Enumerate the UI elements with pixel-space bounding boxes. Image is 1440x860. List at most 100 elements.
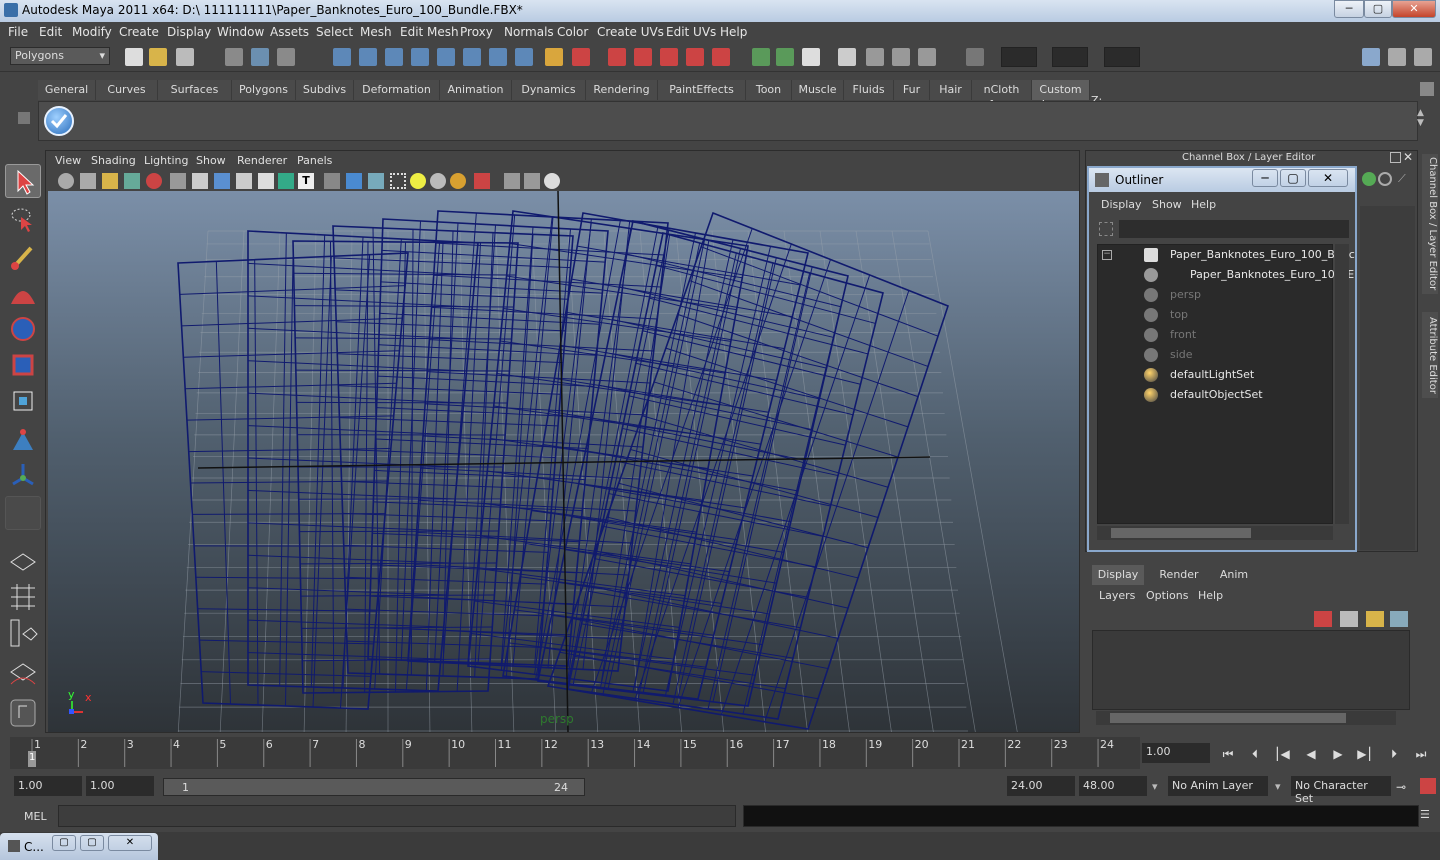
animation-preferences-icon[interactable] [1420, 778, 1436, 794]
snap-surface-icon[interactable] [463, 48, 481, 66]
outliner-item[interactable]: side [1098, 345, 1334, 365]
close-button[interactable]: ✕ [1392, 0, 1436, 18]
layer-horizontal-scrollbar[interactable] [1096, 711, 1396, 725]
shelf-tab-curves[interactable]: Curves [96, 80, 158, 100]
outliner-maximize-button[interactable]: ▢ [1280, 169, 1306, 187]
tab-channel-box[interactable]: Channel Box / Layer Editor [1422, 154, 1438, 294]
shelf-tab-surfaces[interactable]: Surfaces [158, 80, 232, 100]
maximize-button[interactable]: ▢ [1364, 0, 1392, 18]
menu-normals[interactable]: Normals [504, 25, 554, 39]
current-frame-field[interactable]: 1.00 [1142, 743, 1210, 763]
menu-display[interactable]: Display [167, 25, 211, 39]
save-scene-icon[interactable] [176, 48, 194, 66]
wireframe-icon[interactable] [324, 173, 340, 189]
script-editor-icon[interactable]: ☰ [1420, 808, 1434, 824]
outliner-filter-icon[interactable] [1099, 222, 1113, 236]
outliner-menu-help[interactable]: Help [1191, 198, 1216, 211]
shelf-tab-general[interactable]: General [38, 80, 96, 100]
shelf-tab-fluids[interactable]: Fluids [844, 80, 894, 100]
menu-edit-uvs[interactable]: Edit UVs [666, 25, 716, 39]
select-input-icon[interactable] [572, 48, 590, 66]
shelf-tab-toon[interactable]: Toon [746, 80, 792, 100]
viewport-menu-panels[interactable]: Panels [297, 154, 332, 167]
camera-attributes-icon[interactable] [80, 173, 96, 189]
menu-create[interactable]: Create [119, 25, 159, 39]
outliner-scroll-thumb[interactable] [1111, 528, 1251, 538]
minimize-button[interactable]: ─ [1334, 0, 1364, 18]
shelf-tab-subdivs[interactable]: Subdivs [296, 80, 354, 100]
viewport-menu-view[interactable]: View [55, 154, 81, 167]
snap-view-plane-icon[interactable] [411, 48, 429, 66]
shelf-tab-ncloth[interactable]: nCloth [972, 80, 1032, 100]
layer-tab-anim[interactable]: Anim [1210, 565, 1258, 585]
outliner-vertical-scrollbar[interactable] [1335, 244, 1349, 524]
layer-tab-render[interactable]: Render [1150, 565, 1208, 585]
field-chart-icon[interactable] [258, 173, 274, 189]
character-set-dropdown[interactable]: No Character Set [1291, 776, 1391, 805]
x-ray-icon[interactable] [504, 173, 520, 189]
menu-set-dropdown[interactable]: Polygons ▾ [10, 47, 110, 65]
make-live-icon[interactable] [437, 48, 455, 66]
snap-grid-icon[interactable] [333, 48, 351, 66]
use-all-lights-icon[interactable] [410, 173, 426, 189]
trash-icon[interactable] [1420, 82, 1434, 96]
snap-curve-icon[interactable] [359, 48, 377, 66]
outliner-item[interactable]: Paper_Banknotes_Euro_100_E [1098, 265, 1354, 285]
menu-help[interactable]: Help [720, 25, 747, 39]
outliner-item[interactable]: defaultLightSet [1098, 365, 1334, 385]
shelf-toggle-icon[interactable] [1414, 48, 1432, 66]
four-pane-layout-icon[interactable] [5, 580, 41, 614]
shelf-tab-animation[interactable]: Animation [440, 80, 512, 100]
minimized-close-button[interactable]: ✕ [108, 835, 152, 851]
shelf-tab-deformation[interactable]: Deformation [354, 80, 440, 100]
anim-layer-dropdown[interactable]: No Anim Layer [1168, 776, 1268, 796]
scale-tool-icon[interactable] [5, 348, 41, 382]
shelf-tab-hair[interactable]: Hair [930, 80, 972, 100]
share-icon[interactable] [544, 173, 560, 189]
new-scene-icon[interactable] [125, 48, 143, 66]
play-forwards-icon[interactable]: ▶ [1329, 745, 1347, 763]
play-backwards-icon[interactable]: ◀ [1302, 745, 1320, 763]
hypershade-icon[interactable] [686, 48, 704, 66]
channel-box-float-icon[interactable] [1390, 152, 1401, 163]
layout-toggle-icon[interactable] [1362, 48, 1380, 66]
step-forward-key-icon[interactable]: ▶⎮ [1356, 745, 1374, 763]
z-input[interactable] [1104, 47, 1140, 67]
soft-modification-icon[interactable] [5, 422, 41, 456]
select-component-icon[interactable] [277, 48, 295, 66]
high-quality-icon[interactable] [450, 173, 466, 189]
viewport-menu-shading[interactable]: Shading [91, 154, 136, 167]
attribute-editor-icon[interactable] [866, 48, 884, 66]
channel-box-mode-icon[interactable] [1362, 172, 1376, 186]
outliner-horizontal-scrollbar[interactable] [1097, 526, 1333, 540]
shelf-tab-dynamics[interactable]: Dynamics [512, 80, 586, 100]
lock-icon[interactable] [545, 48, 563, 66]
smooth-shade-icon[interactable] [346, 173, 362, 189]
menu-proxy[interactable]: Proxy [460, 25, 493, 39]
shelf-tab-muscle[interactable]: Muscle [792, 80, 844, 100]
go-to-end-icon[interactable]: ⏭ [1412, 745, 1430, 763]
single-pane-layout-icon[interactable] [5, 544, 41, 578]
x-input[interactable] [1001, 47, 1037, 67]
wireframe-on-shaded-icon[interactable] [368, 173, 384, 189]
range-slider[interactable]: 1 24 [163, 778, 585, 796]
shelf-tab-painteffects[interactable]: PaintEffects [658, 80, 746, 100]
layer-tab-display[interactable]: Display [1092, 565, 1144, 585]
animation-start-field[interactable]: 1.00 [14, 776, 82, 796]
shelf-tab-polygons[interactable]: Polygons [232, 80, 296, 100]
shelf-tab-rendering[interactable]: Rendering [586, 80, 658, 100]
step-back-frame-icon[interactable]: ⏴ [1246, 745, 1264, 763]
shelf-tab-fur[interactable]: Fur [894, 80, 930, 100]
menu-edit[interactable]: Edit [39, 25, 62, 39]
menu-assets[interactable]: Assets [270, 25, 309, 39]
layer-menu-options[interactable]: Options [1146, 589, 1188, 602]
render-view-icon[interactable] [712, 48, 730, 66]
outliner-menu-show[interactable]: Show [1152, 198, 1182, 211]
command-line-label[interactable]: MEL [24, 810, 47, 823]
minimized-maximize-button[interactable]: ▢ [80, 835, 104, 851]
menu-modify[interactable]: Modify [72, 25, 112, 39]
outliner-item[interactable]: persp [1098, 285, 1334, 305]
y-input[interactable] [1052, 47, 1088, 67]
channel-box-attr-icon[interactable]: ⟋ [1398, 172, 1412, 186]
safe-title-icon[interactable]: T [298, 173, 314, 189]
